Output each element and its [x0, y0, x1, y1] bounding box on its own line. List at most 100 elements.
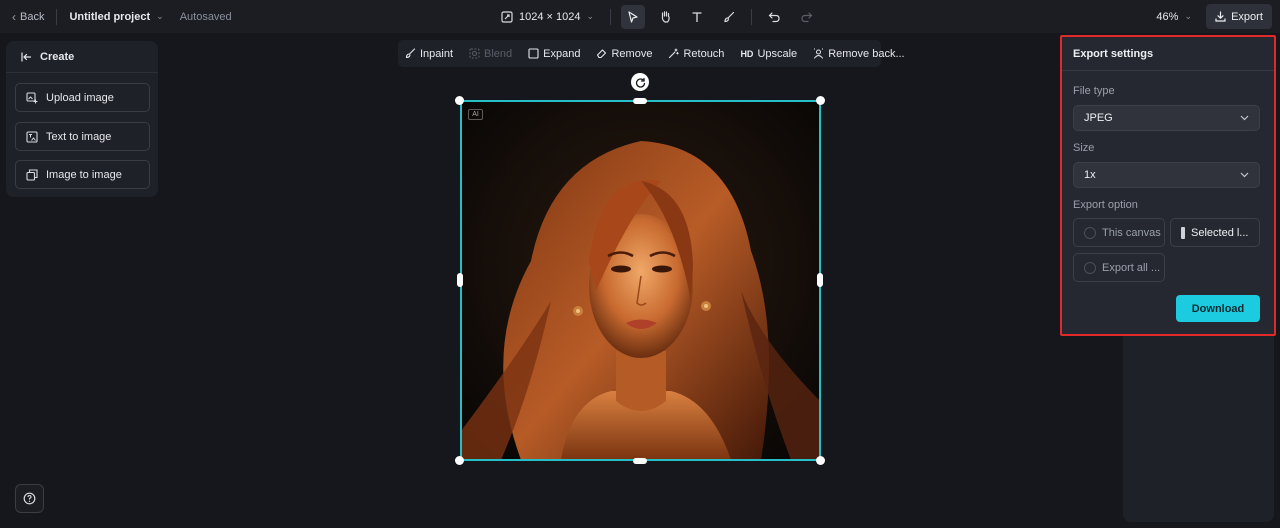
option-export-all-label: Export all ... — [1102, 261, 1161, 274]
collapse-left-icon — [21, 51, 32, 62]
eraser-icon — [597, 49, 607, 59]
export-label: Export — [1231, 10, 1263, 23]
size-value: 1x — [1084, 169, 1096, 181]
help-button[interactable] — [15, 484, 44, 513]
layer-icon — [1181, 226, 1185, 239]
resize-handle-top-left[interactable] — [455, 96, 464, 105]
option-this-canvas[interactable]: This canvas — [1073, 218, 1165, 247]
redo-icon — [800, 11, 812, 22]
retouch-button[interactable]: Retouch — [668, 48, 732, 60]
brush-icon — [405, 48, 416, 59]
option-export-all[interactable]: Export all ... — [1073, 253, 1165, 282]
size-select[interactable]: 1x — [1073, 162, 1260, 188]
text-to-image-label: Text to image — [46, 130, 112, 143]
canvas-size-label: 1024 × 1024 — [519, 10, 581, 23]
remove-button[interactable]: Remove — [596, 48, 660, 60]
cursor-icon — [628, 10, 638, 23]
inpaint-button[interactable]: Inpaint — [405, 48, 461, 60]
blend-label: Blend — [484, 47, 513, 60]
retouch-icon — [669, 48, 680, 59]
image-to-image-label: Image to image — [46, 168, 122, 181]
rotate-handle[interactable] — [631, 73, 649, 91]
export-button[interactable]: Export — [1206, 4, 1272, 29]
image-to-image-button[interactable]: Image to image — [15, 160, 150, 189]
text-icon — [692, 11, 702, 22]
undo-icon — [768, 11, 780, 22]
text-to-image-button[interactable]: Text to image — [15, 122, 150, 151]
create-title: Create — [40, 50, 75, 63]
redo-button[interactable] — [794, 5, 818, 29]
blend-icon — [469, 48, 480, 59]
retouch-label: Retouch — [683, 47, 725, 60]
chevron-down-icon: ⌄ — [1184, 11, 1192, 21]
export-option-label: Export option — [1073, 199, 1138, 211]
top-bar: ‹ Back Untitled project ⌄ Autosaved 1024… — [0, 0, 1280, 33]
upload-image-icon — [26, 91, 38, 103]
download-icon — [1215, 11, 1226, 22]
text-tool[interactable] — [685, 5, 709, 29]
resize-handle-bottom-right[interactable] — [816, 456, 825, 465]
chevron-down-icon — [1240, 115, 1249, 121]
image-to-image-icon — [26, 168, 38, 181]
size-label: Size — [1073, 142, 1095, 154]
upload-image-label: Upload image — [46, 91, 114, 104]
resize-handle-top[interactable] — [633, 98, 647, 104]
radio-icon — [1084, 226, 1096, 239]
resize-handle-bottom-left[interactable] — [455, 456, 464, 465]
blend-button[interactable]: Blend — [469, 48, 520, 60]
expand-label: Expand — [543, 47, 581, 60]
divider — [751, 8, 753, 25]
export-settings-title: Export settings — [1062, 37, 1274, 71]
chevron-down-icon: ⌄ — [586, 11, 595, 21]
back-button[interactable]: ‹ Back — [12, 10, 44, 24]
brush-icon — [724, 11, 735, 22]
radio-icon — [1084, 261, 1096, 274]
text-to-image-icon — [26, 130, 38, 143]
selection-frame — [460, 100, 821, 461]
edit-toolbar: Inpaint Blend Expand Remove Retouch HD U… — [398, 40, 905, 67]
chevron-left-icon: ‹ — [12, 9, 16, 24]
resize-handle-left[interactable] — [457, 273, 463, 287]
expand-icon — [528, 48, 539, 59]
zoom-dropdown[interactable]: 46% ⌄ — [1156, 11, 1192, 23]
project-name: Untitled project — [69, 10, 151, 23]
divider — [610, 8, 612, 25]
resize-handle-right[interactable] — [817, 273, 823, 287]
file-type-value: JPEG — [1084, 112, 1113, 124]
canvas-size-dropdown[interactable]: 1024 × 1024 ⌄ — [495, 11, 600, 23]
autosave-status: Autosaved — [179, 10, 232, 23]
remove-label: Remove — [611, 47, 653, 60]
divider — [56, 8, 58, 25]
remove-background-button[interactable]: Remove back... — [813, 48, 912, 60]
resize-handle-top-right[interactable] — [816, 96, 825, 105]
undo-button[interactable] — [762, 5, 786, 29]
hd-icon: HD — [740, 48, 754, 59]
resize-icon — [501, 10, 513, 23]
right-side-panel — [1123, 336, 1274, 522]
upscale-button[interactable]: HD Upscale — [740, 48, 805, 60]
create-panel-header[interactable]: Create — [6, 41, 158, 73]
project-name-dropdown[interactable]: Untitled project ⌄ — [69, 11, 163, 23]
option-selected-layers-label: Selected l... — [1191, 226, 1249, 239]
hand-icon — [661, 11, 670, 23]
download-button[interactable]: Download — [1176, 295, 1260, 322]
rotate-icon — [635, 77, 645, 88]
upload-image-button[interactable]: Upload image — [15, 83, 150, 112]
resize-handle-bottom[interactable] — [633, 458, 647, 464]
remove-background-label: Remove back... — [828, 47, 905, 60]
file-type-select[interactable]: JPEG — [1073, 105, 1260, 131]
upscale-label: Upscale — [757, 47, 798, 60]
brush-tool[interactable] — [717, 5, 741, 29]
select-tool[interactable] — [621, 4, 646, 29]
chevron-down-icon — [1240, 172, 1249, 178]
create-panel: Create Upload image Text to image Image … — [6, 41, 158, 197]
export-settings-panel: Export settings File type JPEG Size 1x E… — [1060, 35, 1276, 336]
help-icon — [23, 492, 36, 505]
zoom-level: 46% — [1156, 10, 1179, 23]
option-this-canvas-label: This canvas — [1102, 226, 1161, 239]
option-selected-layers[interactable]: Selected l... — [1170, 218, 1260, 247]
inpaint-label: Inpaint — [420, 47, 454, 60]
back-label: Back — [20, 10, 45, 23]
expand-button[interactable]: Expand — [528, 48, 588, 60]
hand-tool[interactable] — [653, 5, 677, 29]
